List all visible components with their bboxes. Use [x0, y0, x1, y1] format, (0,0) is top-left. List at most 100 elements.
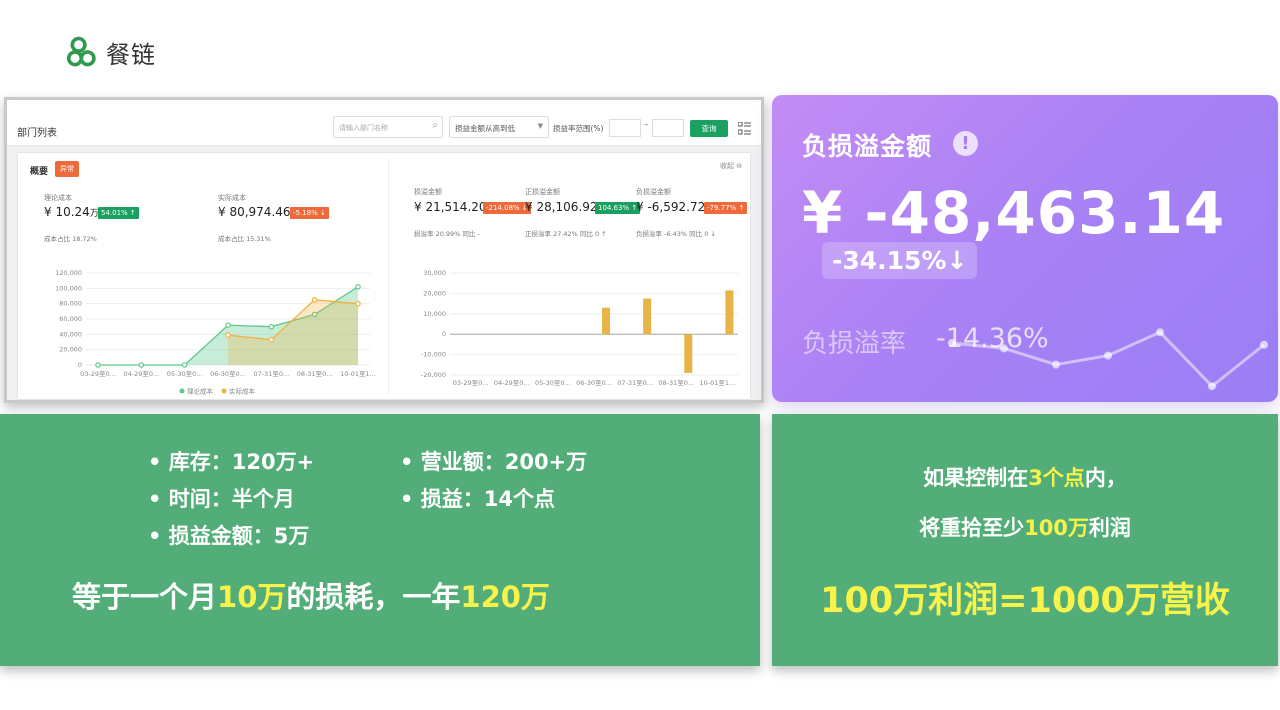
- data-point: [95, 362, 101, 368]
- x-tick-label: 04-29至0...: [123, 370, 159, 378]
- brand-name: 餐链: [106, 40, 156, 69]
- kpi-sub: 正损溢率 27.42% 同比 0 ↑: [525, 230, 607, 238]
- brand-logo: 餐链: [66, 34, 156, 70]
- kpi-change-pill: 104.63% ↑: [595, 202, 641, 214]
- line-text: 将重拾至少: [919, 516, 1025, 540]
- y-tick-label: 0: [442, 330, 446, 338]
- summary-text: 的损耗，一年: [286, 580, 461, 614]
- loss-summary: 等于一个月10万的损耗，一年120万: [72, 574, 550, 616]
- kpi-change-pill: -214.08% ↓: [483, 202, 531, 214]
- rate-label: 负损溢率: [802, 329, 907, 359]
- info-icon[interactable]: !: [953, 131, 978, 156]
- line-highlight: 100万: [1024, 516, 1089, 540]
- kpi-value-text: ¥ 10.24: [44, 205, 90, 219]
- kpi-value: ¥ -6,592.72: [636, 200, 706, 214]
- y-tick-label: 60,000: [59, 315, 82, 323]
- x-tick-label: 08-31至0...: [297, 370, 333, 378]
- list-view-icon[interactable]: [738, 122, 751, 135]
- spark-point: [1208, 382, 1216, 391]
- y-tick-label: 20,000: [423, 289, 446, 297]
- data-point: [268, 323, 275, 330]
- line-highlight: 3个点: [1028, 466, 1085, 490]
- kpi-label: 损溢金额: [414, 188, 442, 196]
- kpi-change-pill: -5.18% ↓: [290, 207, 329, 219]
- line-text: 内，: [1084, 466, 1127, 490]
- fact-bullet: 损益：14个点: [400, 483, 555, 513]
- fact-bullet: 时间：半个月: [148, 483, 295, 513]
- y-tick-label: 30,000: [423, 269, 446, 277]
- bar: [684, 334, 693, 373]
- kpi-value: ¥ 21,514.20: [414, 200, 487, 214]
- sort-select[interactable]: 损益金额从高到低 ▼: [449, 116, 549, 138]
- bar: [602, 307, 610, 335]
- spark-point: [1052, 360, 1060, 369]
- dept-list-title: 部门列表: [17, 128, 57, 139]
- line-text: 如果控制在: [923, 466, 1029, 490]
- y-tick-label: 40,000: [59, 330, 82, 338]
- sort-select-value: 损益金额从高到低: [455, 124, 515, 133]
- negative-loss-card: 负损溢金额 ! ¥ -48,463.14 -34.15%↓ 负损溢率 -14.3…: [772, 95, 1278, 402]
- summary-text: 等于一个月: [72, 580, 218, 614]
- data-point: [138, 362, 145, 368]
- card-title: 负损溢金额: [802, 132, 933, 161]
- profit-loss-bar-chart: -20,000 -10,000 0 10,000 20,000 30,000 03-29至0…: [421, 269, 738, 387]
- x-tick-label: 06-30至0...: [210, 370, 246, 378]
- rate-value: -14.36%: [936, 323, 1049, 354]
- data-point: [311, 297, 318, 303]
- x-tick-label: 07-31至0...: [617, 379, 653, 387]
- kpi-change-pill: -79.77% ↑: [704, 202, 748, 214]
- negative-loss-amount: ¥ -48,463.14: [802, 179, 1226, 247]
- profit-line-1: 如果控制在3个点内，: [772, 462, 1278, 492]
- kpi-value: ¥ 10.24万: [44, 205, 99, 219]
- query-button[interactable]: 查询: [690, 120, 728, 137]
- profit-equation: 100万利润=1000万营收: [820, 581, 1230, 621]
- legend-label: 实际成本: [229, 387, 256, 396]
- spark-point: [1260, 340, 1268, 349]
- search-icon: ⌕: [432, 120, 438, 131]
- range-dash: –: [644, 120, 649, 130]
- legend-label: 理论成本: [187, 387, 214, 396]
- spark-point: [1104, 351, 1112, 360]
- y-tick-label: 0: [78, 361, 82, 369]
- bar: [643, 298, 652, 335]
- overview-card: 概要 异常 收起 ⊖ 理论成本 ¥ 10.24万 54.01% ↑ 成本占比 1…: [17, 152, 751, 400]
- y-tick-label: 80,000: [59, 300, 82, 308]
- summary-highlight: 120万: [460, 580, 550, 614]
- filter-bar: 部门列表 请输入部门名称 ⌕ 损益金额从高到低 ▼ 损益率范围(%) – 查询: [7, 100, 761, 146]
- summary-highlight: 10万: [217, 580, 287, 614]
- x-tick-label: 06-30至0...: [576, 379, 612, 387]
- kpi-label: 理论成本: [44, 194, 72, 202]
- legend-marker: [221, 388, 227, 394]
- y-tick-label: 20,000: [59, 346, 82, 354]
- search-placeholder: 请输入部门名称: [339, 124, 388, 132]
- y-tick-label: 120,000: [55, 269, 82, 277]
- data-point: [355, 300, 361, 307]
- kpi-label: 负损溢金额: [636, 188, 671, 196]
- fact-bullet: 营业额：200+万: [400, 446, 587, 476]
- x-tick-label: 05-30至0...: [535, 379, 571, 387]
- x-tick-label: 04-29至0...: [494, 379, 530, 387]
- bar: [725, 290, 734, 335]
- overview-title: 概要: [30, 167, 49, 177]
- range-min-input[interactable]: [609, 119, 641, 137]
- abnormal-badge: 异常: [55, 161, 79, 177]
- data-point: [225, 332, 231, 338]
- chain-logo-icon: [66, 36, 96, 67]
- range-max-input[interactable]: [652, 119, 684, 137]
- data-point: [225, 322, 231, 328]
- line-text: 利润: [1088, 516, 1131, 540]
- x-tick-label: 10-01至1...: [700, 379, 736, 387]
- x-tick-label: 08-31至0...: [658, 379, 694, 387]
- kpi-label: 正损溢金额: [525, 188, 560, 196]
- caret-down-icon: ▼: [537, 122, 543, 130]
- kpi-sub: 成本占比 18.72%: [44, 235, 97, 243]
- kpi-sub: 成本占比 15.31%: [218, 235, 271, 243]
- y-tick-label: 10,000: [423, 310, 446, 318]
- y-tick-label: 100,000: [55, 284, 82, 292]
- x-tick-label: 07-31至0...: [253, 370, 289, 378]
- x-tick-label: 10-01至1...: [340, 370, 376, 378]
- collapse-toggle[interactable]: 收起 ⊖: [720, 161, 742, 171]
- dept-search-input[interactable]: 请输入部门名称 ⌕: [333, 116, 443, 138]
- kpi-value: ¥ 80,974.46: [218, 205, 291, 219]
- spark-point: [1156, 328, 1164, 337]
